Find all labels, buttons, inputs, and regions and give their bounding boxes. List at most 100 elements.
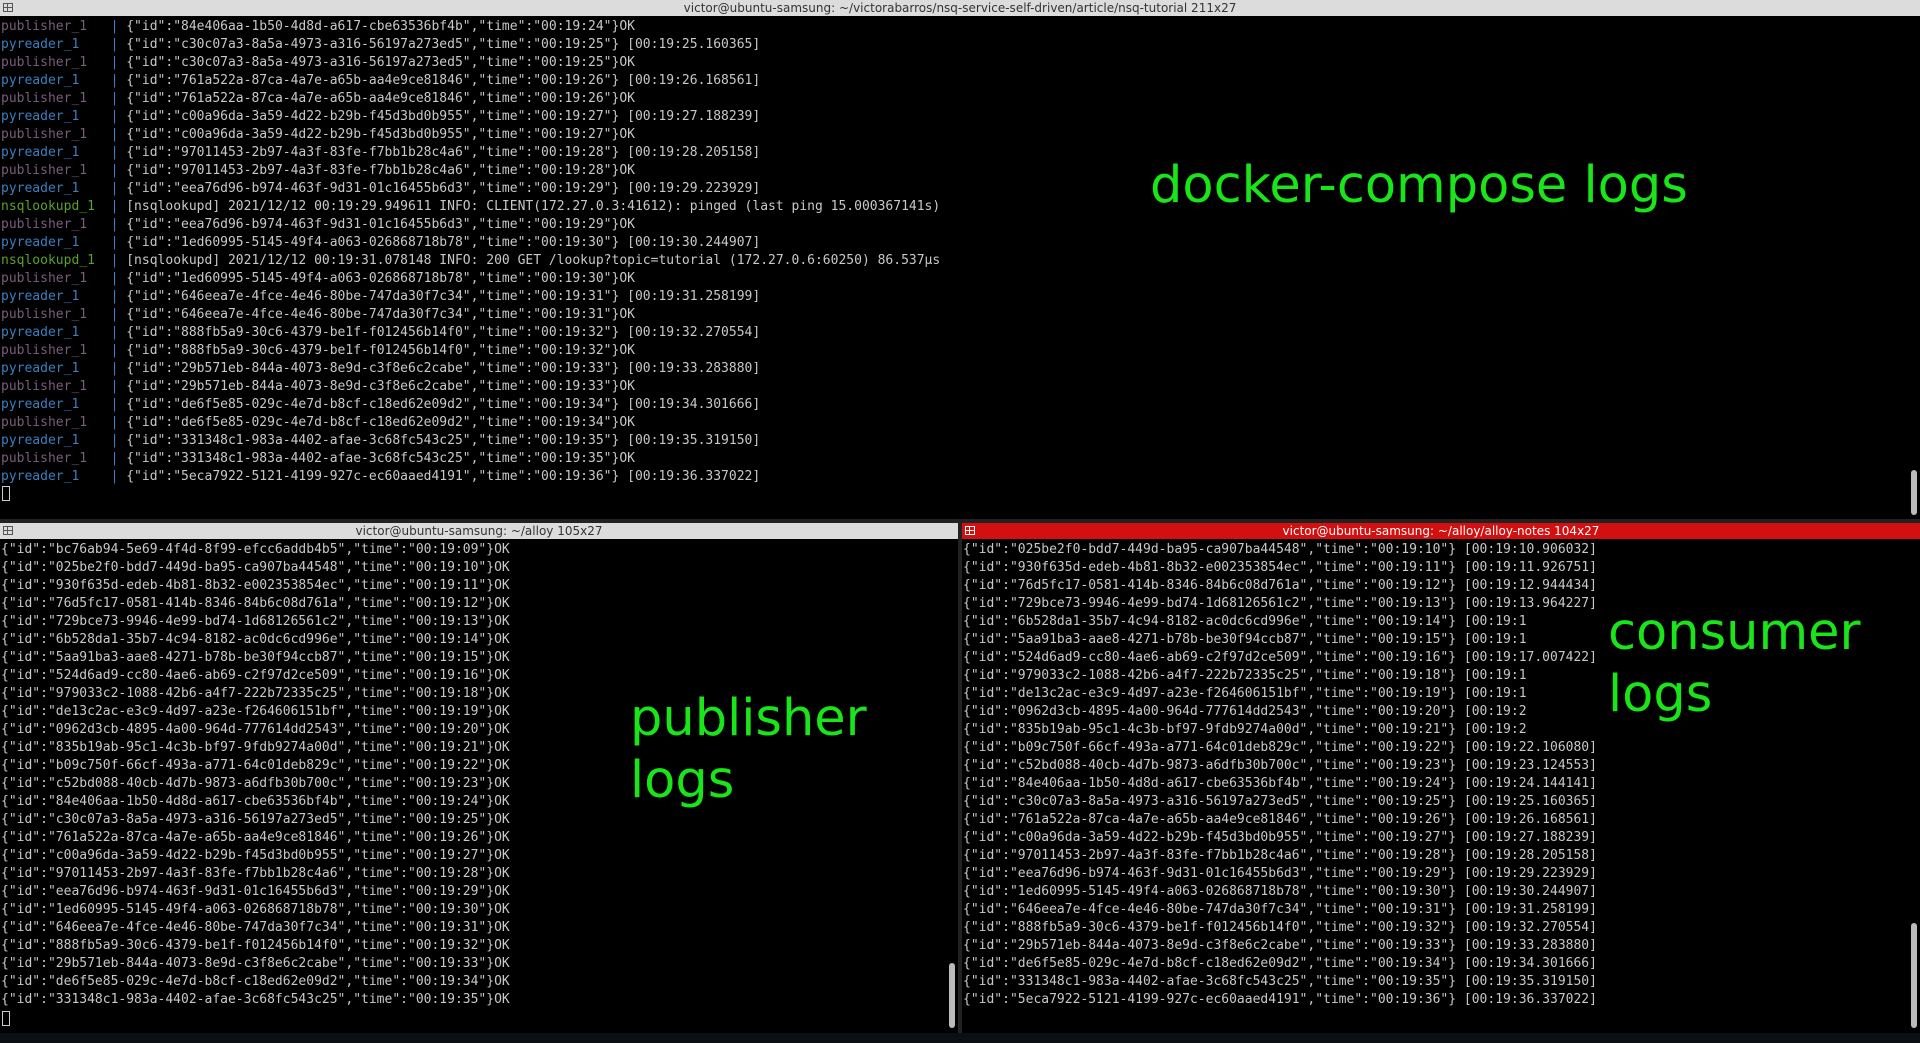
log-line: {"id":"0962d3cb-4895-4a00-964d-777614dd2… (963, 704, 1527, 719)
log-line: {"id":"c52bd088-40cb-4d7b-9873-a6dfb30b7… (963, 758, 1597, 773)
log-service-name: pyreader_1 (1, 181, 111, 196)
log-line: {"id":"888fb5a9-30c6-4379-be1f-f012456b1… (1, 938, 510, 953)
log-service-name: pyreader_1 (1, 397, 111, 412)
log-message: {"id":"c30c07a3-8a5a-4973-a316-56197a273… (126, 55, 635, 70)
log-line: publisher_1 | {"id":"1ed60995-5145-49f4-… (1, 271, 635, 286)
log-line: pyreader_1 | {"id":"de6f5e85-029c-4e7d-b… (1, 397, 761, 412)
terminal-top-titlebar[interactable]: victor@ubuntu-samsung: ~/victorabarros/n… (0, 0, 1920, 16)
terminal-bottom-left-titlebar[interactable]: victor@ubuntu-samsung: ~/alloy 105x27 (0, 523, 958, 539)
log-message: {"id":"888fb5a9-30c6-4379-be1f-f012456b1… (126, 343, 635, 358)
terminal-bottom-left-title: victor@ubuntu-samsung: ~/alloy 105x27 (355, 524, 603, 538)
terminal-top-title: victor@ubuntu-samsung: ~/victorabarros/n… (683, 1, 1237, 15)
log-service-name: pyreader_1 (1, 235, 111, 250)
log-line: publisher_1 | {"id":"29b571eb-844a-4073-… (1, 379, 635, 394)
log-message: {"id":"eea76d96-b974-463f-9d31-01c16455b… (126, 181, 761, 196)
log-line: {"id":"979033c2-1088-42b6-a4f7-222b72335… (963, 668, 1527, 683)
log-line: {"id":"84e406aa-1b50-4d8d-a617-cbe63536b… (963, 776, 1597, 791)
log-service-name: pyreader_1 (1, 109, 111, 124)
log-line: {"id":"331348c1-983a-4402-afae-3c68fc543… (1, 992, 510, 1007)
log-line: {"id":"de13c2ac-e3c9-4d97-a23e-f26460615… (963, 686, 1527, 701)
terminal-top[interactable]: victor@ubuntu-samsung: ~/victorabarros/n… (0, 0, 1920, 519)
log-service-name: publisher_1 (1, 451, 111, 466)
editor-status-bar-strip (0, 1033, 1920, 1043)
log-message: {"id":"761a522a-87ca-4a7e-a65b-aa4e9ce81… (126, 91, 635, 106)
log-service-name: pyreader_1 (1, 37, 111, 52)
log-line: {"id":"729bce73-9946-4e99-bd74-1d6812656… (963, 596, 1597, 611)
log-message: {"id":"de6f5e85-029c-4e7d-b8cf-c18ed62e0… (126, 415, 635, 430)
log-line: pyreader_1 | {"id":"761a522a-87ca-4a7e-a… (1, 73, 761, 88)
log-service-name: publisher_1 (1, 379, 111, 394)
log-line: publisher_1 | {"id":"761a522a-87ca-4a7e-… (1, 91, 635, 106)
log-line: {"id":"5eca7922-5121-4199-927c-ec60aaed4… (963, 992, 1597, 1007)
terminal-bottom-left[interactable]: victor@ubuntu-samsung: ~/alloy 105x27 {"… (0, 523, 958, 1033)
log-line: {"id":"84e406aa-1b50-4d8d-a617-cbe63536b… (1, 794, 510, 809)
log-line: publisher_1 | {"id":"de6f5e85-029c-4e7d-… (1, 415, 635, 430)
log-line: {"id":"729bce73-9946-4e99-bd74-1d6812656… (1, 614, 510, 629)
log-service-name: pyreader_1 (1, 361, 111, 376)
log-message: {"id":"646eea7e-4fce-4e46-80be-747da30f7… (126, 307, 635, 322)
publisher-log-output: {"id":"bc76ab94-5e69-4f4d-8f99-efcc6addb… (1, 541, 944, 1009)
log-line: {"id":"930f635d-edeb-4b81-8b32-e00235385… (963, 560, 1597, 575)
log-line: publisher_1 | {"id":"c30c07a3-8a5a-4973-… (1, 55, 635, 70)
log-line: {"id":"c30c07a3-8a5a-4973-a316-56197a273… (963, 794, 1597, 809)
terminal-bottom-right-titlebar[interactable]: victor@ubuntu-samsung: ~/alloy/alloy-not… (962, 523, 1920, 539)
log-line: {"id":"646eea7e-4fce-4e46-80be-747da30f7… (963, 902, 1597, 917)
terminal-window-icon[interactable] (3, 526, 13, 535)
log-message: {"id":"646eea7e-4fce-4e46-80be-747da30f7… (126, 289, 761, 304)
terminal-window-icon[interactable] (965, 526, 975, 535)
log-line: {"id":"de6f5e85-029c-4e7d-b8cf-c18ed62e0… (963, 956, 1597, 971)
log-service-name: publisher_1 (1, 343, 111, 358)
log-line: {"id":"97011453-2b97-4a3f-83fe-f7bb1b28c… (1, 866, 510, 881)
log-line: pyreader_1 | {"id":"97011453-2b97-4a3f-8… (1, 145, 761, 160)
log-line: {"id":"bc76ab94-5e69-4f4d-8f99-efcc6addb… (1, 542, 510, 557)
log-line: pyreader_1 | {"id":"29b571eb-844a-4073-8… (1, 361, 761, 376)
log-service-name: pyreader_1 (1, 325, 111, 340)
log-line: {"id":"0962d3cb-4895-4a00-964d-777614dd2… (1, 722, 510, 737)
log-line: {"id":"524d6ad9-cc80-4ae6-ab69-c2f97d2ce… (963, 650, 1597, 665)
log-line: {"id":"025be2f0-bdd7-449d-ba95-ca907ba44… (963, 542, 1597, 557)
log-line: {"id":"761a522a-87ca-4a7e-a65b-aa4e9ce81… (1, 830, 510, 845)
log-service-name: pyreader_1 (1, 469, 111, 484)
log-line: {"id":"c52bd088-40cb-4d7b-9873-a6dfb30b7… (1, 776, 510, 791)
log-service-name: nsqlookupd_1 (1, 199, 111, 214)
log-line: {"id":"c30c07a3-8a5a-4973-a316-56197a273… (1, 812, 510, 827)
terminal-cursor (2, 486, 10, 501)
log-message: {"id":"de6f5e85-029c-4e7d-b8cf-c18ed62e0… (126, 397, 761, 412)
log-line: {"id":"761a522a-87ca-4a7e-a65b-aa4e9ce81… (963, 812, 1597, 827)
log-line: {"id":"1ed60995-5145-49f4-a063-026868718… (1, 902, 510, 917)
log-service-name: pyreader_1 (1, 73, 111, 88)
log-message: {"id":"c30c07a3-8a5a-4973-a316-56197a273… (126, 37, 761, 52)
log-line: {"id":"c00a96da-3a59-4d22-b29b-f45d3bd0b… (1, 848, 510, 863)
log-line: pyreader_1 | {"id":"1ed60995-5145-49f4-a… (1, 235, 761, 250)
log-message: {"id":"eea76d96-b974-463f-9d31-01c16455b… (126, 217, 635, 232)
log-line: pyreader_1 | {"id":"888fb5a9-30c6-4379-b… (1, 325, 761, 340)
log-message: {"id":"c00a96da-3a59-4d22-b29b-f45d3bd0b… (126, 127, 635, 142)
log-service-name: pyreader_1 (1, 145, 111, 160)
log-line: {"id":"b09c750f-66cf-493a-a771-64c01deb8… (963, 740, 1597, 755)
log-line: pyreader_1 | {"id":"c30c07a3-8a5a-4973-a… (1, 37, 761, 52)
log-line: nsqlookupd_1 | [nsqlookupd] 2021/12/12 0… (1, 253, 941, 268)
log-line: {"id":"de6f5e85-029c-4e7d-b8cf-c18ed62e0… (1, 974, 510, 989)
log-line: {"id":"524d6ad9-cc80-4ae6-ab69-c2f97d2ce… (1, 668, 510, 683)
log-line: pyreader_1 | {"id":"331348c1-983a-4402-a… (1, 433, 761, 448)
scrollbar[interactable] (1911, 923, 1917, 1028)
log-line: publisher_1 | {"id":"888fb5a9-30c6-4379-… (1, 343, 635, 358)
log-line: {"id":"de13c2ac-e3c9-4d97-a23e-f26460615… (1, 704, 510, 719)
log-message: {"id":"29b571eb-844a-4073-8e9d-c3f8e6c2c… (126, 379, 635, 394)
scrollbar[interactable] (949, 963, 955, 1028)
log-line: pyreader_1 | {"id":"646eea7e-4fce-4e46-8… (1, 289, 761, 304)
log-message: [nsqlookupd] 2021/12/12 00:19:31.078148 … (126, 253, 941, 268)
log-message: [nsqlookupd] 2021/12/12 00:19:29.949611 … (126, 199, 941, 214)
terminal-window-icon[interactable] (3, 3, 13, 12)
log-line: {"id":"76d5fc17-0581-414b-8346-84b6c08d7… (963, 578, 1597, 593)
log-line: {"id":"979033c2-1088-42b6-a4f7-222b72335… (1, 686, 510, 701)
log-message: {"id":"c00a96da-3a59-4d22-b29b-f45d3bd0b… (126, 109, 761, 124)
log-line: {"id":"5aa91ba3-aae8-4271-b78b-be30f94cc… (1, 650, 510, 665)
log-line: {"id":"930f635d-edeb-4b81-8b32-e00235385… (1, 578, 510, 593)
scrollbar[interactable] (1911, 470, 1917, 515)
log-line: {"id":"eea76d96-b974-463f-9d31-01c16455b… (1, 884, 510, 899)
log-service-name: nsqlookupd_1 (1, 253, 111, 268)
log-line: pyreader_1 | {"id":"5eca7922-5121-4199-9… (1, 469, 761, 484)
terminal-bottom-right[interactable]: victor@ubuntu-samsung: ~/alloy/alloy-not… (962, 523, 1920, 1033)
log-line: {"id":"646eea7e-4fce-4e46-80be-747da30f7… (1, 920, 510, 935)
